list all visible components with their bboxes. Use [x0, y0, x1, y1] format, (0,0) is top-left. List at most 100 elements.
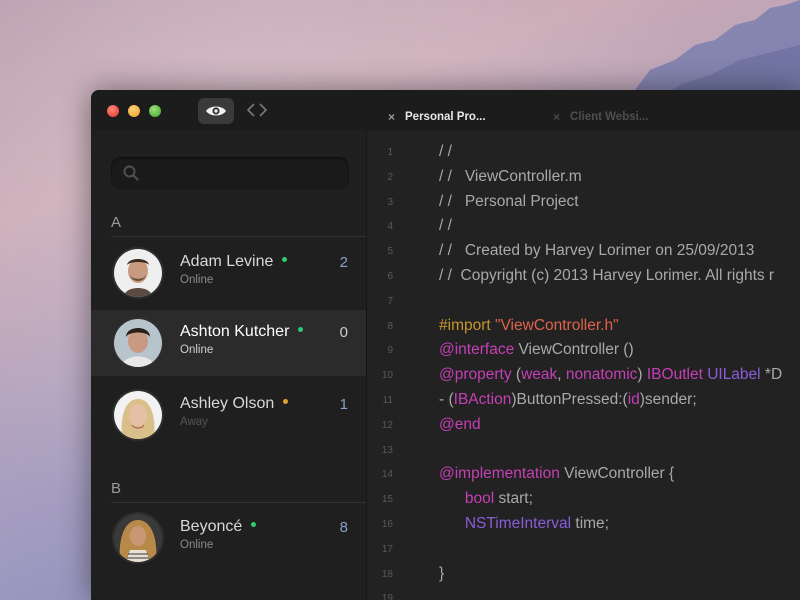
code-brackets-icon	[246, 103, 268, 117]
code-token: id	[627, 391, 640, 408]
line-number: 8	[387, 320, 393, 332]
tab-label: Personal Pro...	[405, 111, 486, 123]
line-number: 10	[381, 370, 393, 382]
code-token: - (	[439, 391, 454, 408]
code-line[interactable]: 19	[367, 587, 800, 600]
code-line[interactable]: 3 / / Personal Project	[367, 191, 800, 216]
line-number: 7	[387, 295, 393, 307]
tab-label: Client Websi...	[570, 111, 649, 123]
code-token: / /	[439, 217, 452, 235]
code-token: "ViewController.h"	[495, 316, 619, 334]
close-window-button[interactable]	[107, 105, 119, 117]
tab-close-icon[interactable]: ×	[388, 110, 395, 124]
line-number: 4	[387, 221, 393, 233]
code-token: weak	[521, 366, 558, 384]
line-number: 3	[387, 196, 393, 208]
code-token: @interface	[439, 341, 515, 359]
eye-icon	[206, 106, 226, 116]
code-view-button[interactable]	[244, 99, 270, 121]
code-token: IBOutlet	[646, 366, 703, 384]
code-text: / / Personal Project	[439, 193, 579, 211]
section-header-a: A	[111, 214, 122, 231]
code-line[interactable]: 16 NSTimeInterval time;	[367, 513, 800, 538]
code-line[interactable]: 14 @implementation ViewController {	[367, 463, 800, 488]
divider	[111, 236, 366, 237]
preview-toggle-button[interactable]	[198, 98, 234, 124]
code-line[interactable]: 12 @end	[367, 414, 800, 439]
code-text: @implementation ViewController {	[439, 465, 674, 483]
code-token: @property	[439, 366, 512, 384]
code-token: }	[439, 564, 445, 582]
contact-name: Adam Levine	[180, 253, 288, 271]
line-number: 16	[381, 519, 393, 530]
contact-beyonce[interactable]: Beyoncé Online 8	[91, 505, 366, 571]
code-line[interactable]: 18}	[367, 563, 800, 588]
code-line[interactable]: 5 / / Created by Harvey Lorimer on 25/09/…	[367, 240, 800, 265]
contact-name: Ashton Kutcher	[180, 323, 304, 341]
contact-ashley-olson[interactable]: Ashley Olson Away 1	[91, 382, 366, 448]
code-line[interactable]: 2 / / ViewController.m	[367, 166, 800, 191]
search-icon	[123, 165, 139, 181]
code-token: @end	[439, 415, 481, 433]
unread-count: 0	[339, 324, 348, 341]
search-input[interactable]	[111, 157, 349, 189]
code-token: time;	[571, 515, 609, 532]
code-line[interactable]: 7	[367, 290, 800, 315]
line-number: 18	[381, 568, 393, 580]
code-token: ViewController {	[559, 465, 675, 483]
code-editor[interactable]: 1 / / 2 / / ViewController.m 3 / / Personal P…	[367, 130, 800, 600]
minimize-window-button[interactable]	[128, 105, 140, 117]
code-line[interactable]: 9 @interface ViewController ()	[367, 339, 800, 364]
line-number: 5	[387, 246, 393, 258]
line-number: 19	[381, 593, 393, 600]
code-line[interactable]: 4 / /	[367, 215, 800, 240]
line-number: 11	[382, 395, 393, 406]
code-line[interactable]: 1 / /	[367, 141, 800, 166]
presence-dot	[298, 327, 304, 333]
code-line[interactable]: 13	[367, 439, 800, 464]
avatar	[114, 249, 162, 297]
code-text: / / ViewController.m	[439, 168, 582, 186]
unread-count: 2	[339, 254, 348, 271]
section-header-b: B	[111, 480, 122, 497]
code-text: @interface ViewController ()	[439, 341, 634, 359]
code-token: / /	[439, 143, 452, 160]
line-number: 14	[381, 469, 393, 481]
line-number: 6	[387, 271, 393, 282]
code-token: ,	[557, 366, 566, 384]
code-line[interactable]: 11 - (IBAction)ButtonPressed:(id)sender;	[367, 389, 800, 414]
tab-client-website[interactable]: × Client Websi...	[553, 104, 648, 130]
code-token: / / Created by Harvey Lorimer on 25/09/2…	[439, 242, 755, 260]
code-text: / /	[439, 217, 452, 235]
app-window: × Personal Pro... × Client Websi... A Ad…	[91, 90, 800, 600]
code-token: #import	[439, 316, 495, 334]
code-line[interactable]: 10 @property (weak, nonatomic) IBOutlet U…	[367, 364, 800, 389]
contact-adam-levine[interactable]: Adam Levine Online 2	[91, 240, 366, 306]
code-line[interactable]: 15 bool start;	[367, 488, 800, 513]
code-token: start;	[494, 490, 533, 508]
presence-dot	[283, 399, 289, 405]
maximize-window-button[interactable]	[149, 105, 161, 117]
line-number: 9	[387, 345, 393, 357]
presence-dot	[251, 522, 257, 528]
code-text: / / Copyright (c) 2013 Harvey Lorimer. A…	[439, 267, 774, 285]
tab-personal-project[interactable]: × Personal Pro...	[388, 104, 486, 130]
contact-status: Away	[180, 416, 208, 428]
titlebar: × Personal Pro... × Client Websi...	[91, 90, 800, 130]
code-text: #import "ViewController.h"	[439, 317, 619, 335]
avatar	[114, 319, 162, 367]
tab-close-icon[interactable]: ×	[553, 110, 560, 124]
code-line[interactable]: 17	[367, 538, 800, 563]
code-token: @implementation	[439, 465, 560, 483]
code-token: IBAction	[453, 391, 512, 408]
contact-status: Online	[180, 539, 214, 551]
code-text: / /	[439, 143, 452, 161]
code-token: )	[637, 366, 647, 384]
code-line[interactable]: 8 #import "ViewController.h"	[367, 315, 800, 340]
avatar	[114, 391, 162, 439]
code-line[interactable]: 6 / / Copyright (c) 2013 Harvey Lorimer. …	[367, 265, 800, 290]
contact-ashton-kutcher[interactable]: Ashton Kutcher Online 0	[91, 310, 366, 376]
line-number: 12	[381, 419, 393, 431]
contact-status: Online	[180, 344, 214, 356]
